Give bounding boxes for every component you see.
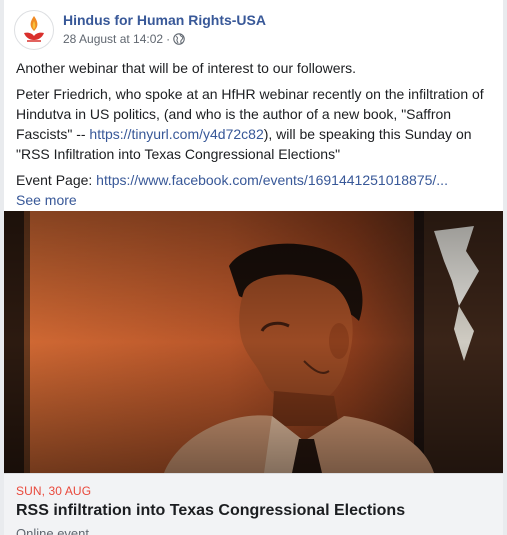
post-meta: 28 August at 14:02 · xyxy=(63,32,185,46)
event-subtitle: Online event xyxy=(16,526,89,535)
post-paragraph-event: Event Page: https://www.facebook.com/eve… xyxy=(16,170,493,210)
facebook-post: Hindus for Human Rights-USA 28 August at… xyxy=(4,0,503,535)
book-link[interactable]: https://tinyurl.com/y4d72c82 xyxy=(89,126,263,142)
page-avatar[interactable] xyxy=(14,10,54,50)
post-header: Hindus for Human Rights-USA 28 August at… xyxy=(14,8,493,50)
flame-lotus-logo xyxy=(24,16,44,42)
post-timestamp[interactable]: 28 August at 14:02 xyxy=(63,32,163,46)
globe-icon[interactable] xyxy=(173,33,185,45)
event-page-label: Event Page: xyxy=(16,172,97,188)
meta-separator: · xyxy=(166,32,171,46)
post-body: Another webinar that will be of interest… xyxy=(16,58,493,210)
event-title-link[interactable]: RSS infiltration into Texas Congressiona… xyxy=(16,502,405,520)
event-date: SUN, 30 AUG xyxy=(16,484,92,498)
post-paragraph-details: Peter Friedrich, who spoke at an HfHR we… xyxy=(16,84,493,164)
event-cover-image[interactable] xyxy=(4,211,503,473)
see-more-link[interactable]: See more xyxy=(16,190,77,210)
post-paragraph-intro: Another webinar that will be of interest… xyxy=(16,60,357,76)
page-name-link[interactable]: Hindus for Human Rights-USA xyxy=(63,12,266,28)
event-photo xyxy=(4,211,503,473)
event-info-card[interactable]: SUN, 30 AUG RSS infiltration into Texas … xyxy=(4,473,503,535)
event-page-link[interactable]: https://www.facebook.com/events/16914412… xyxy=(96,172,448,188)
